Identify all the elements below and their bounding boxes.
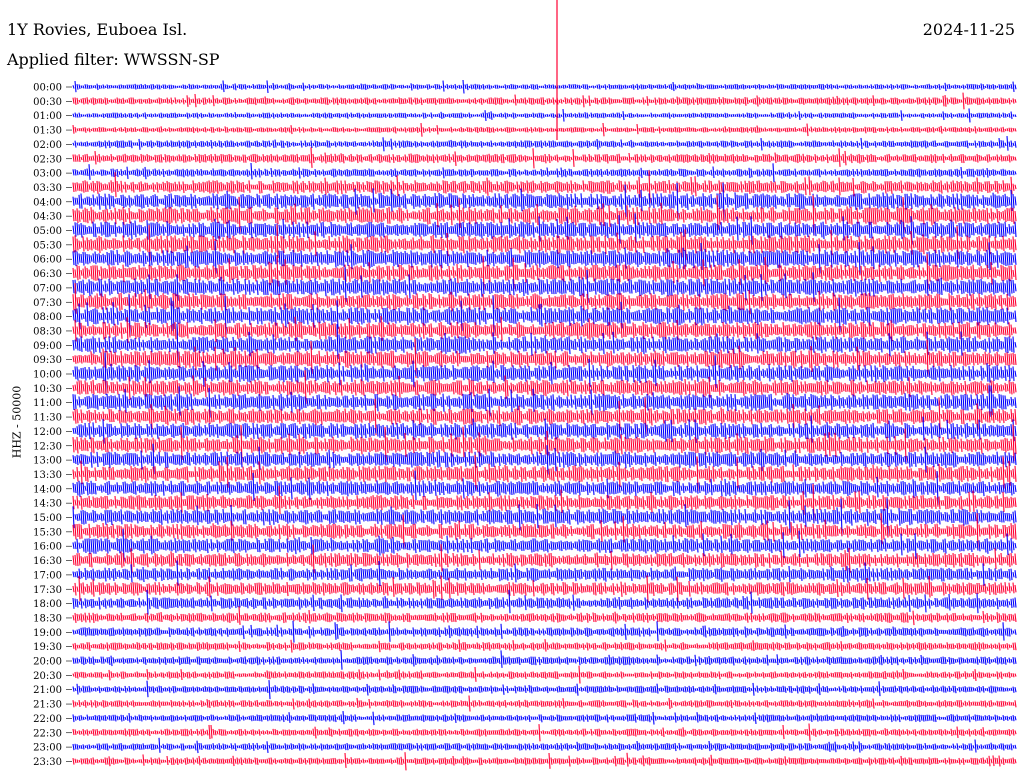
row-label-0230: 02:30	[33, 154, 62, 165]
trace-1000	[72, 352, 1017, 395]
trace-1630	[72, 544, 1017, 574]
row-label-1530: 15:30	[33, 527, 62, 538]
trace-2030	[72, 665, 1017, 684]
row-label-1300: 13:00	[33, 456, 62, 467]
trace-0100	[72, 108, 1017, 123]
row-label-0830: 08:30	[33, 326, 62, 337]
trace-0930	[72, 338, 1017, 378]
row-label-1230: 12:30	[33, 441, 62, 452]
trace-1430	[72, 483, 1017, 522]
row-label-0100: 01:00	[33, 111, 62, 122]
trace-1130	[72, 397, 1017, 436]
trace-0230	[72, 147, 1017, 169]
row-label-0630: 06:30	[33, 269, 62, 280]
trace-2130	[72, 695, 1017, 712]
row-label-2100: 21:00	[33, 685, 62, 696]
row-label-1700: 17:00	[33, 570, 62, 581]
trace-1900	[72, 620, 1017, 643]
row-label-1630: 16:30	[33, 556, 62, 567]
row-label-2330: 23:30	[33, 757, 62, 768]
row-label-0800: 08:00	[33, 312, 62, 323]
row-label-1430: 14:30	[33, 499, 62, 510]
row-label-0500: 05:00	[33, 226, 62, 237]
trace-0730	[72, 283, 1017, 315]
row-label-1200: 12:00	[33, 427, 62, 438]
trace-0600	[72, 240, 1017, 275]
trace-1100	[72, 385, 1017, 418]
trace-2200	[72, 711, 1017, 726]
row-label-0330: 03:30	[33, 183, 62, 194]
row-label-1130: 11:30	[33, 413, 62, 424]
trace-1300	[72, 443, 1017, 475]
trace-0200	[72, 136, 1017, 152]
trace-0030	[72, 92, 1017, 110]
row-label-0900: 09:00	[33, 341, 62, 352]
trace-0430	[72, 195, 1017, 236]
trace-0630	[72, 253, 1017, 291]
trace-1500	[72, 498, 1017, 537]
trace-0500	[72, 213, 1017, 245]
row-label-1500: 15:00	[33, 513, 62, 524]
trace-0130	[72, 122, 1017, 137]
row-label-1600: 16:00	[33, 542, 62, 553]
trace-0300	[72, 162, 1017, 183]
row-label-0600: 06:00	[33, 255, 62, 266]
trace-0800	[72, 294, 1017, 337]
row-label-0200: 02:00	[33, 140, 62, 151]
row-label-0530: 05:30	[33, 240, 62, 251]
row-label-0930: 09:30	[33, 355, 62, 366]
row-label-0000: 00:00	[33, 83, 62, 94]
row-label-1830: 18:30	[33, 613, 62, 624]
helicorder-view: 1Y Rovies, Euboea Isl. 2024-11-25 Applie…	[0, 0, 1024, 780]
trace-2300	[72, 737, 1017, 754]
row-label-2230: 22:30	[33, 728, 62, 739]
trace-0700	[72, 267, 1017, 303]
row-label-0130: 01:30	[33, 126, 62, 137]
trace-1830	[72, 606, 1017, 626]
trace-2000	[72, 650, 1017, 670]
row-label-0730: 07:30	[33, 298, 62, 309]
trace-1800	[72, 589, 1017, 615]
trace-0330	[72, 170, 1017, 204]
row-label-1800: 18:00	[33, 599, 62, 610]
trace-1330	[72, 454, 1017, 492]
row-label-2030: 20:30	[33, 671, 62, 682]
row-label-2130: 21:30	[33, 700, 62, 711]
trace-1200	[72, 415, 1017, 444]
row-label-1330: 13:30	[33, 470, 62, 481]
row-label-0430: 04:30	[33, 212, 62, 223]
row-label-2000: 20:00	[33, 657, 62, 668]
trace-2100	[72, 680, 1017, 700]
row-label-1100: 11:00	[33, 398, 62, 409]
trace-0000	[72, 79, 1017, 94]
seismogram-plot: 00:00 00:30 01:00 01:30 02:00 02:30 03:00 03:30…	[33, 0, 1017, 771]
row-label-1030: 10:30	[33, 384, 62, 395]
row-label-0030: 00:30	[33, 97, 62, 108]
row-label-2200: 22:00	[33, 714, 62, 725]
trace-0530	[72, 224, 1017, 261]
row-label-0400: 04:00	[33, 197, 62, 208]
row-label-0700: 07:00	[33, 283, 62, 294]
trace-2330	[72, 752, 1017, 771]
row-label-1930: 19:30	[33, 642, 62, 653]
trace-0900	[72, 323, 1017, 363]
row-label-1000: 10:00	[33, 370, 62, 381]
trace-1230	[72, 424, 1017, 466]
trace-1030	[72, 370, 1017, 405]
trace-1930	[72, 639, 1017, 653]
row-label-1730: 17:30	[33, 585, 62, 596]
row-label-2300: 23:00	[33, 743, 62, 754]
row-label-1900: 19:00	[33, 628, 62, 639]
trace-1600	[72, 528, 1017, 562]
trace-0400	[72, 182, 1017, 221]
row-label-1400: 14:00	[33, 484, 62, 495]
trace-2230	[72, 723, 1017, 742]
trace-1530	[72, 513, 1017, 550]
row-label-0300: 03:00	[33, 169, 62, 180]
